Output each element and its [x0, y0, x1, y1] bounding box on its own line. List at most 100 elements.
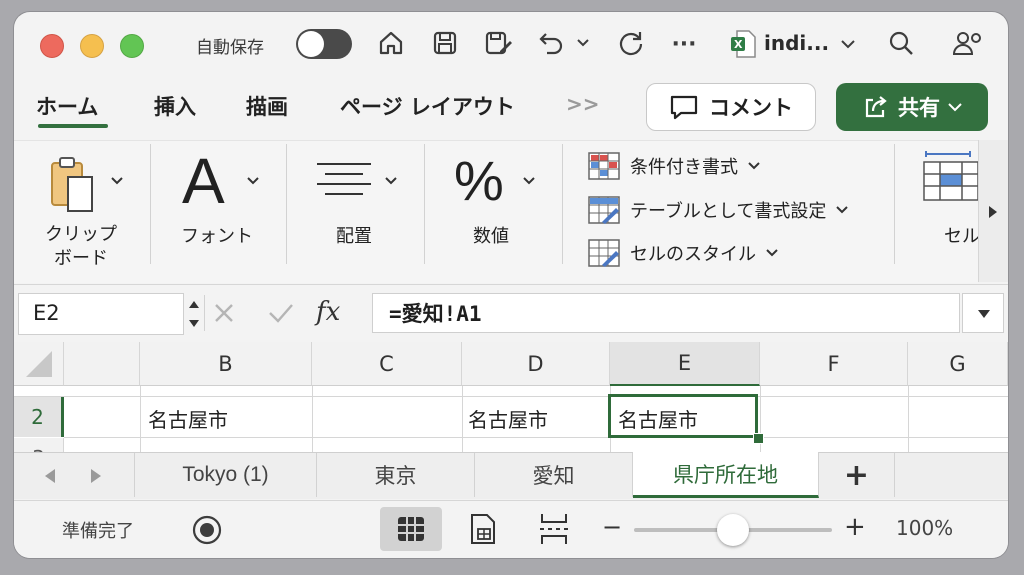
clipboard-label-line1: クリップ	[45, 224, 117, 245]
gridline	[908, 386, 909, 462]
gridline	[140, 386, 141, 462]
gridline	[312, 386, 313, 462]
more-icon[interactable]: ···	[670, 32, 698, 57]
cells-icon[interactable]	[920, 150, 978, 204]
redo-icon[interactable]	[614, 26, 648, 60]
column-header-D[interactable]: D	[462, 342, 610, 386]
ribbon-scroll-right-arrow-icon[interactable]	[986, 204, 1000, 220]
fill-handle[interactable]	[753, 433, 764, 444]
undo-dropdown-chevron-icon[interactable]	[576, 36, 590, 50]
sheet-tab-tokyo-1[interactable]: Tokyo (1)	[135, 453, 317, 497]
zoom-window-button[interactable]	[120, 34, 144, 58]
sheet-tab-prefectural-capitals[interactable]: 県庁所在地	[633, 452, 819, 498]
page-layout-view-icon[interactable]	[466, 509, 500, 549]
close-window-button[interactable]	[40, 34, 64, 58]
grid-view-icon	[398, 517, 424, 541]
row-header-2[interactable]: 2	[14, 397, 64, 437]
insert-function-icon[interactable]: fx	[316, 297, 340, 327]
active-tab-underline	[38, 124, 108, 128]
alignment-chevron-down-icon[interactable]	[384, 174, 398, 188]
cell-styles-label: セルのスタイル	[630, 244, 756, 265]
expand-formula-bar-button[interactable]	[962, 293, 1004, 333]
comment-label: コメント	[709, 96, 793, 120]
column-header-B[interactable]: B	[140, 342, 312, 386]
zoom-slider-thumb[interactable]	[717, 514, 749, 546]
confirm-formula-icon[interactable]	[266, 299, 296, 327]
select-all-corner[interactable]	[14, 342, 64, 386]
column-header-G[interactable]: G	[908, 342, 1008, 386]
clipboard-chevron-down-icon[interactable]	[110, 174, 124, 188]
previous-sheet-arrow-icon[interactable]	[42, 467, 58, 485]
undo-icon[interactable]	[534, 26, 568, 60]
conditional-formatting-button[interactable]: 条件付き書式	[588, 152, 760, 180]
zoom-level[interactable]: 100%	[896, 516, 953, 540]
file-name[interactable]: indi...	[764, 31, 829, 55]
normal-view-button[interactable]	[380, 507, 442, 551]
name-box[interactable]: E2	[18, 293, 199, 335]
sheet-tab-aichi[interactable]: 愛知	[475, 453, 633, 497]
cell-E2[interactable]: 名古屋市	[618, 404, 698, 433]
share-button[interactable]: 共有	[836, 83, 988, 131]
formula-input[interactable]: =愛知!A1	[372, 293, 960, 333]
worksheet-grid[interactable]: B C D E F G 2 名古屋市 名古屋市 名古屋市 3 新宿区	[14, 342, 1008, 462]
minimize-window-button[interactable]	[80, 34, 104, 58]
ribbon-divider	[286, 144, 287, 264]
percent-icon[interactable]: %	[454, 148, 504, 213]
number-chevron-down-icon[interactable]	[522, 174, 536, 188]
filename-chevron-down-icon[interactable]	[840, 36, 856, 52]
ribbon-divider	[894, 144, 895, 264]
column-header-F[interactable]: F	[760, 342, 908, 386]
select-all-triangle-icon	[25, 350, 52, 377]
add-sheet-button[interactable]: +	[819, 453, 895, 497]
clipboard-label-line2: ボード	[54, 248, 108, 269]
alignment-icon[interactable]	[314, 158, 374, 202]
ribbon-divider	[150, 144, 151, 264]
share-icon	[865, 96, 887, 118]
cell-B2[interactable]: 名古屋市	[148, 404, 228, 433]
cells-label: セル	[944, 226, 978, 247]
column-header-C[interactable]: C	[312, 342, 462, 386]
clipboard-icon[interactable]	[44, 154, 104, 218]
conditional-formatting-label: 条件付き書式	[630, 157, 738, 178]
name-box-stepper-icon[interactable]	[187, 296, 201, 332]
comment-button[interactable]: コメント	[646, 83, 816, 131]
account-settings-icon[interactable]	[950, 26, 986, 60]
tab-home[interactable]: ホーム	[36, 91, 98, 121]
cell-styles-button[interactable]: セルのスタイル	[588, 239, 778, 267]
sheet-tab-bar: Tokyo (1) 東京 愛知 県庁所在地 +	[14, 452, 1008, 499]
font-chevron-down-icon[interactable]	[246, 174, 260, 188]
cell-D2[interactable]: 名古屋市	[468, 404, 548, 433]
next-sheet-arrow-icon[interactable]	[88, 467, 104, 485]
tab-draw[interactable]: 描画	[246, 91, 288, 121]
page-break-preview-icon[interactable]	[536, 509, 572, 549]
home-icon[interactable]	[374, 26, 408, 60]
font-label: フォント	[181, 226, 253, 247]
comment-icon	[670, 95, 698, 120]
format-as-table-label: テーブルとして書式設定	[630, 201, 827, 222]
save-icon[interactable]	[428, 26, 462, 60]
font-icon[interactable]: A	[182, 144, 225, 218]
cell-styles-icon	[588, 239, 620, 267]
zoom-out-button[interactable]: −	[602, 513, 622, 541]
number-label: 数値	[473, 226, 509, 247]
autosave-toggle[interactable]	[296, 29, 352, 59]
cancel-formula-icon[interactable]	[210, 299, 238, 327]
sheet-tab-tokyo[interactable]: 東京	[317, 453, 475, 497]
share-chevron-down-icon[interactable]	[948, 102, 962, 112]
conditional-formatting-chevron-icon	[748, 162, 760, 170]
search-icon[interactable]	[884, 26, 918, 60]
row-1-partial	[14, 386, 1008, 397]
format-as-table-icon	[588, 196, 620, 224]
tab-insert[interactable]: 挿入	[154, 91, 196, 121]
column-header-A[interactable]	[64, 342, 140, 386]
save-as-icon[interactable]	[480, 26, 516, 60]
excel-file-icon: X	[728, 28, 758, 60]
ribbon-divider	[424, 144, 425, 264]
more-tabs-chevron-icon[interactable]: >>	[566, 92, 600, 116]
format-as-table-button[interactable]: テーブルとして書式設定	[588, 196, 849, 224]
zoom-in-button[interactable]: +	[844, 512, 866, 542]
formula-bar: E2 fx =愛知!A1	[14, 284, 1008, 341]
macro-record-icon[interactable]	[190, 513, 224, 547]
tab-page-layout[interactable]: ページ レイアウト	[340, 91, 515, 121]
column-header-E[interactable]: E	[610, 342, 760, 386]
